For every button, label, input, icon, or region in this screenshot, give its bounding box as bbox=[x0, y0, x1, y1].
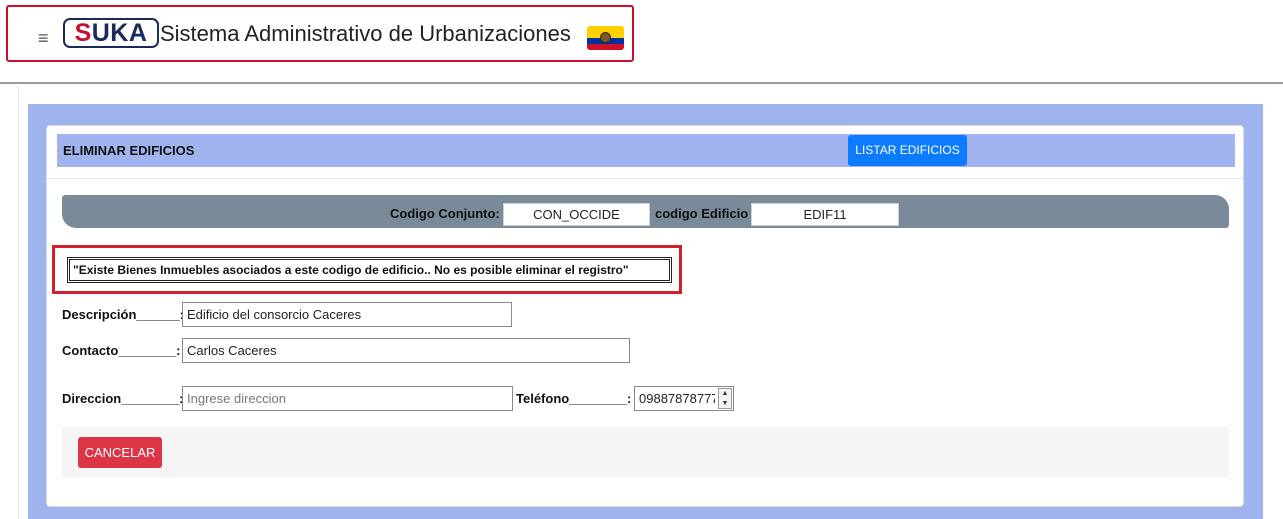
edificio-code-label: codigo Edificio bbox=[655, 206, 749, 221]
direccion-input[interactable] bbox=[182, 386, 513, 411]
form-actions: CANCELAR bbox=[62, 427, 1229, 477]
contacto-input[interactable] bbox=[182, 338, 630, 363]
page-title: ELIMINAR EDIFICIOS bbox=[63, 143, 195, 158]
telefono-label: Teléfono________: bbox=[516, 391, 632, 406]
code-bar: Codigo Conjunto: CON_OCCIDE codigo Edifi… bbox=[62, 195, 1229, 228]
cancel-button[interactable]: CANCELAR bbox=[78, 437, 162, 468]
descripcion-label: Descripción______: bbox=[62, 307, 185, 322]
list-buildings-button[interactable]: LISTAR EDIFICIOS bbox=[848, 135, 967, 166]
logo-text: SUKA bbox=[74, 19, 148, 47]
conjunto-code-label: Codigo Conjunto: bbox=[390, 206, 500, 221]
header-divider bbox=[47, 178, 1243, 179]
top-bar: ≡ SUKA Sistema Administrativo de Urbaniz… bbox=[0, 0, 1283, 84]
app-title: Sistema Administrativo de Urbanizaciones bbox=[160, 21, 571, 46]
telefono-stepper[interactable]: ▲ ▼ bbox=[718, 388, 732, 409]
stepper-down-icon[interactable]: ▼ bbox=[719, 399, 731, 409]
error-message: "Existe Bienes Inmuebles asociados a est… bbox=[67, 257, 672, 283]
direccion-label: Direccion________: bbox=[62, 391, 184, 406]
descripcion-input[interactable] bbox=[182, 302, 512, 327]
card-header: ELIMINAR EDIFICIOS LISTAR EDIFICIOS bbox=[57, 134, 1235, 167]
suka-logo: SUKA bbox=[63, 18, 159, 48]
contacto-label: Contacto________: bbox=[62, 343, 181, 358]
delete-building-card: ELIMINAR EDIFICIOS LISTAR EDIFICIOS Codi… bbox=[46, 125, 1244, 507]
stepper-up-icon[interactable]: ▲ bbox=[719, 389, 731, 399]
error-alert: "Existe Bienes Inmuebles asociados a est… bbox=[52, 245, 682, 294]
edificio-code-value: EDIF11 bbox=[751, 203, 899, 226]
conjunto-code-value: CON_OCCIDE bbox=[503, 203, 650, 226]
menu-icon[interactable]: ≡ bbox=[38, 28, 49, 48]
ecuador-flag-icon bbox=[587, 26, 624, 50]
brand-header: ≡ SUKA Sistema Administrativo de Urbaniz… bbox=[6, 5, 634, 62]
